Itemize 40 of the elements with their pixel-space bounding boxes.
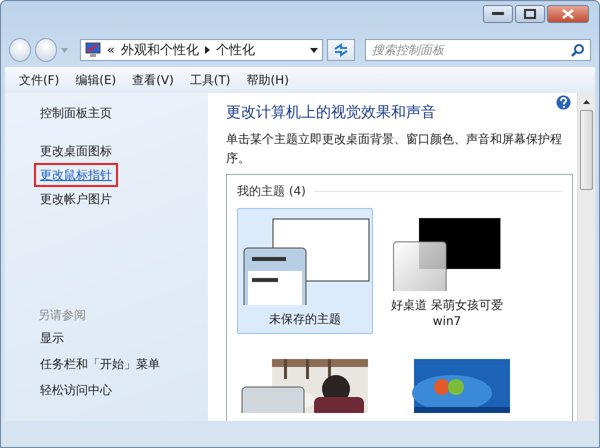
sidebar-link[interactable]: 更改桌面图标 [34, 139, 118, 163]
description: 单击某个主题立即更改桌面背景、窗口颜色、声音和屏幕保护程序。 [226, 131, 563, 167]
caret-up-icon [583, 100, 590, 104]
sidebar-link[interactable]: 任务栏和「开始」菜单 [34, 352, 166, 376]
breadcrumb-item[interactable]: 外观和个性化 [120, 41, 199, 59]
theme-name: 好桌道 呆萌女孩可爱 win7 [390, 297, 504, 329]
sidebar-link[interactable]: 更改帐户图片 [34, 187, 118, 211]
refresh-button[interactable] [327, 39, 356, 61]
sidebar-link[interactable]: 更改鼠标指针 [34, 163, 118, 187]
search-field[interactable]: 搜索控制面板 [365, 39, 592, 61]
sidebar-link[interactable]: 轻松访问中心 [34, 378, 118, 402]
breadcrumb-item[interactable]: 个性化 [216, 41, 255, 59]
menu-item[interactable]: 帮助(H) [240, 70, 295, 90]
sidebar-link[interactable]: 控制面板主页 [34, 101, 118, 125]
refresh-icon [333, 43, 350, 57]
minimize-icon [492, 12, 504, 16]
scrollbar-thumb[interactable] [580, 110, 593, 190]
group-label: 我的主题 (4) [237, 183, 306, 200]
menu-item[interactable]: 查看(V) [126, 70, 180, 90]
page-title: 更改计算机上的视觉效果和声音 [226, 103, 437, 122]
section-heading: 另请参阅 [38, 307, 87, 324]
help-icon[interactable] [556, 95, 571, 110]
menu-item[interactable]: 编辑(E) [69, 70, 122, 90]
theme-tile[interactable]: 好桌道 呆萌女孩可爱 win7 [379, 208, 515, 334]
menu-item[interactable]: 文件(F) [13, 70, 66, 90]
breadcrumb-overflow[interactable]: « [106, 42, 115, 58]
menu-item[interactable]: 工具(T) [184, 70, 236, 90]
theme-name: 未保存的主题 [268, 311, 342, 327]
close-button[interactable] [547, 5, 589, 23]
minimize-button[interactable] [483, 5, 513, 23]
close-icon [562, 9, 574, 19]
search-icon[interactable] [571, 43, 586, 57]
address-bar[interactable]: « 外观和个性化 个性化 [80, 39, 324, 61]
theme-tile[interactable]: 未保存的主题 [237, 208, 373, 334]
dropdown-icon[interactable] [310, 48, 318, 52]
maximize-icon [524, 9, 536, 19]
maximize-button[interactable] [515, 5, 545, 23]
chevron-icon[interactable] [204, 46, 210, 54]
sidebar-link[interactable]: 显示 [34, 326, 70, 350]
monitor-icon [84, 42, 101, 58]
